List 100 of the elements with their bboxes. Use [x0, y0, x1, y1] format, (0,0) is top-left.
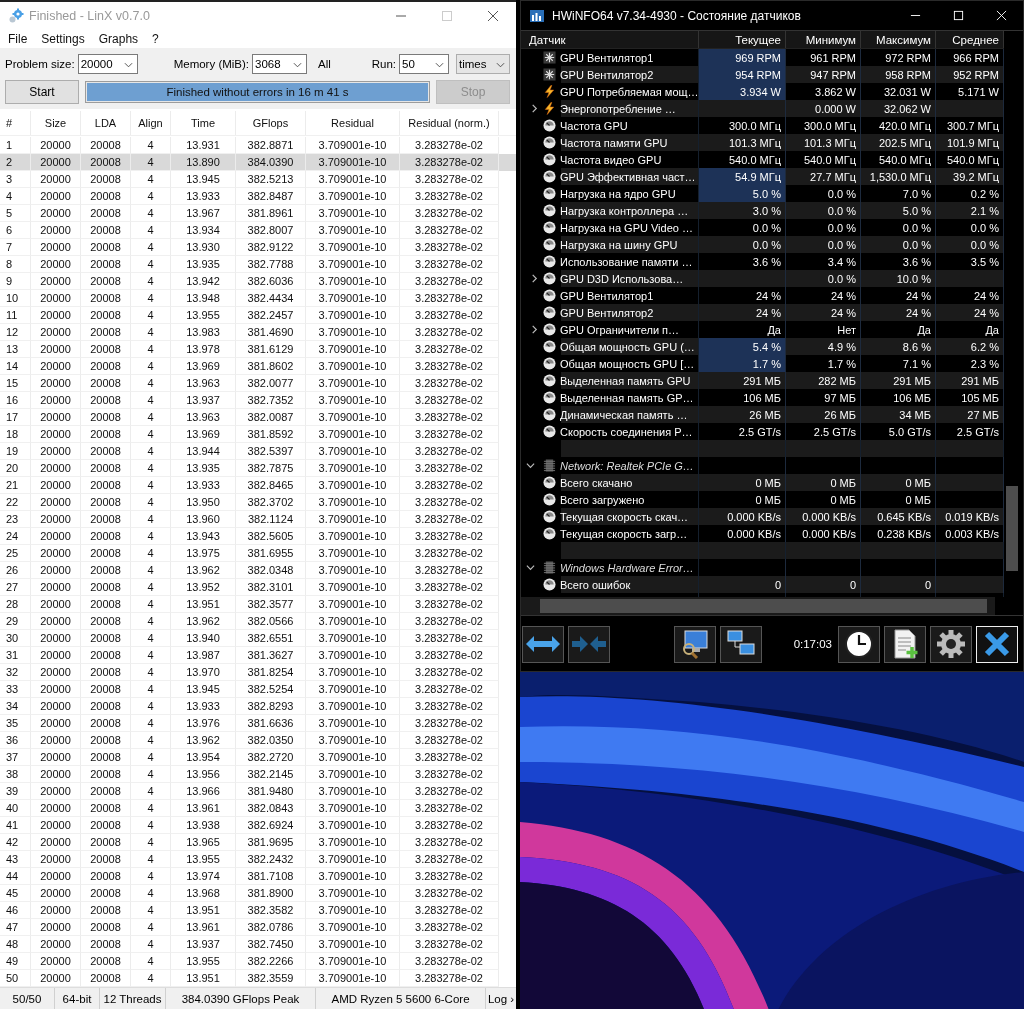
status-bar-field: 64-bit — [55, 988, 100, 1009]
sensor-value: 0 — [786, 576, 861, 593]
sensor-name: Общая мощность GPU (… — [559, 339, 696, 355]
gauge-icon — [543, 170, 556, 183]
run-label: Run: — [371, 57, 396, 70]
scrollbar-thumb[interactable] — [540, 599, 987, 613]
gauge-icon — [543, 374, 556, 387]
caret-icon — [123, 61, 133, 68]
sensor-name: GPU D3D Использова… — [559, 271, 685, 287]
monitor-button[interactable] — [674, 625, 716, 663]
expand-columns-button[interactable] — [522, 625, 564, 663]
gauge-icon — [543, 578, 556, 591]
memory-dropdown[interactable]: 3068 — [252, 53, 308, 74]
problem-size-label: Problem size: — [5, 57, 75, 70]
sensor-name: Всего ошибок — [559, 577, 632, 593]
sensor-value: 5.0 % — [699, 185, 786, 202]
scrollbar-thumb[interactable] — [1006, 486, 1018, 571]
settings-icon — [936, 629, 966, 659]
column-header[interactable]: Residual (norm.) — [400, 111, 499, 135]
sensor-value: 3.934 W — [699, 83, 786, 100]
clock-icon — [844, 629, 874, 659]
gauge-icon — [543, 476, 556, 489]
menu-item[interactable]: File — [8, 32, 28, 46]
sensor-name: Нагрузка на шину GPU — [559, 237, 679, 253]
sensor-value: 954 RPM — [699, 66, 786, 83]
close-button[interactable] — [976, 625, 1018, 663]
chip-icon — [543, 561, 556, 574]
run-unit-dropdown[interactable]: times — [456, 53, 510, 74]
column-header[interactable]: Минимум — [786, 31, 861, 48]
sensor-name: Выделенная память GP… — [559, 390, 695, 406]
clock-button[interactable] — [838, 625, 880, 663]
table-row[interactable]: 2 20000 20008 4 13.890 384.0390 3.709001e-10 3.283278e-02 — [0, 154, 516, 171]
sensor-value: 969 RPM — [699, 49, 786, 66]
gauge-icon — [543, 136, 556, 149]
gauge-icon — [543, 425, 556, 438]
horizontal-scrollbar[interactable] — [521, 597, 995, 615]
network-button[interactable] — [720, 625, 762, 663]
lightning-icon — [543, 85, 556, 98]
gauge-icon — [543, 357, 556, 370]
sensor-name: Текущая скорость скач… — [559, 509, 690, 525]
column-header[interactable]: # — [0, 111, 31, 135]
sensor-name: Текущая скорость загр… — [559, 526, 689, 542]
gauge-icon — [543, 306, 556, 319]
column-header[interactable]: Датчик — [521, 31, 699, 48]
window-title: Finished - LinX v0.7.0 — [29, 9, 151, 23]
column-header[interactable]: Максимум — [861, 31, 936, 48]
column-header[interactable]: Size — [31, 111, 81, 135]
sensor-name: Динамическая память … — [559, 407, 689, 423]
sensor-name: Частота GPU — [559, 118, 629, 134]
caret-icon — [496, 61, 505, 68]
caret-icon — [435, 61, 444, 68]
fan-icon — [543, 51, 556, 64]
chevron-down-icon[interactable] — [525, 563, 535, 572]
chip-icon — [543, 459, 556, 472]
column-header[interactable]: Time — [171, 111, 236, 135]
converging-arrows-icon — [571, 634, 607, 654]
menu-item[interactable]: Settings — [41, 32, 85, 46]
problem-size-dropdown[interactable]: 20000 — [77, 53, 138, 74]
gauge-icon — [543, 119, 556, 132]
all-label: All — [318, 57, 331, 70]
status-bar-field: 12 Threads — [100, 988, 166, 1009]
gauge-icon — [543, 255, 556, 268]
sensor-name: GPU Вентилятор1 — [559, 288, 655, 304]
close-icon — [982, 629, 1012, 659]
sensor-name: Скорость соединения P… — [559, 424, 694, 440]
gauge-icon — [543, 289, 556, 302]
sensor-name: GPU Вентилятор1 — [559, 50, 655, 66]
menu-item[interactable]: ? — [152, 32, 159, 46]
run-count-dropdown[interactable]: 50 — [399, 53, 449, 74]
column-header[interactable]: Текущее — [699, 31, 786, 48]
fan-icon — [543, 68, 556, 81]
settings-button[interactable] — [930, 625, 972, 663]
add-report-button[interactable] — [884, 625, 926, 663]
chevron-right-icon[interactable] — [529, 274, 539, 283]
column-header[interactable]: Residual — [306, 111, 400, 135]
start-button[interactable]: Start — [5, 79, 79, 104]
sensor-name: Network: Realtek PCIe G… — [559, 458, 695, 474]
column-header[interactable]: LDA — [81, 111, 131, 135]
caret-icon — [293, 61, 303, 68]
column-header[interactable]: Align — [131, 111, 171, 135]
chart-bars-icon — [529, 7, 545, 24]
chevron-right-icon[interactable] — [529, 104, 539, 113]
sensor-name: Выделенная память GPU — [559, 373, 692, 389]
sensor-name: GPU Эффективная част… — [559, 169, 697, 185]
progress-text: Finished without errors in 16 m 41 s — [166, 85, 349, 98]
sensor-name: Энергопотребление … — [559, 101, 677, 117]
chevron-down-icon[interactable] — [525, 461, 535, 470]
lightning-icon — [543, 102, 556, 115]
sensor-name: Частота видео GPU — [559, 152, 663, 168]
gauge-icon — [543, 238, 556, 251]
double-arrow-icon — [525, 634, 561, 654]
status-bar-field: 50/50 — [0, 988, 55, 1009]
close-icon[interactable] — [487, 10, 499, 22]
sensor-name: GPU Ограничители п… — [559, 322, 681, 338]
chevron-right-icon[interactable] — [529, 325, 539, 334]
sensor-value: 54.9 МГц — [699, 168, 786, 185]
gear-icon — [8, 8, 24, 24]
menu-item[interactable]: Graphs — [98, 32, 139, 46]
sensor-name: Частота памяти GPU — [559, 135, 669, 151]
column-header[interactable]: GFlops — [236, 111, 306, 135]
